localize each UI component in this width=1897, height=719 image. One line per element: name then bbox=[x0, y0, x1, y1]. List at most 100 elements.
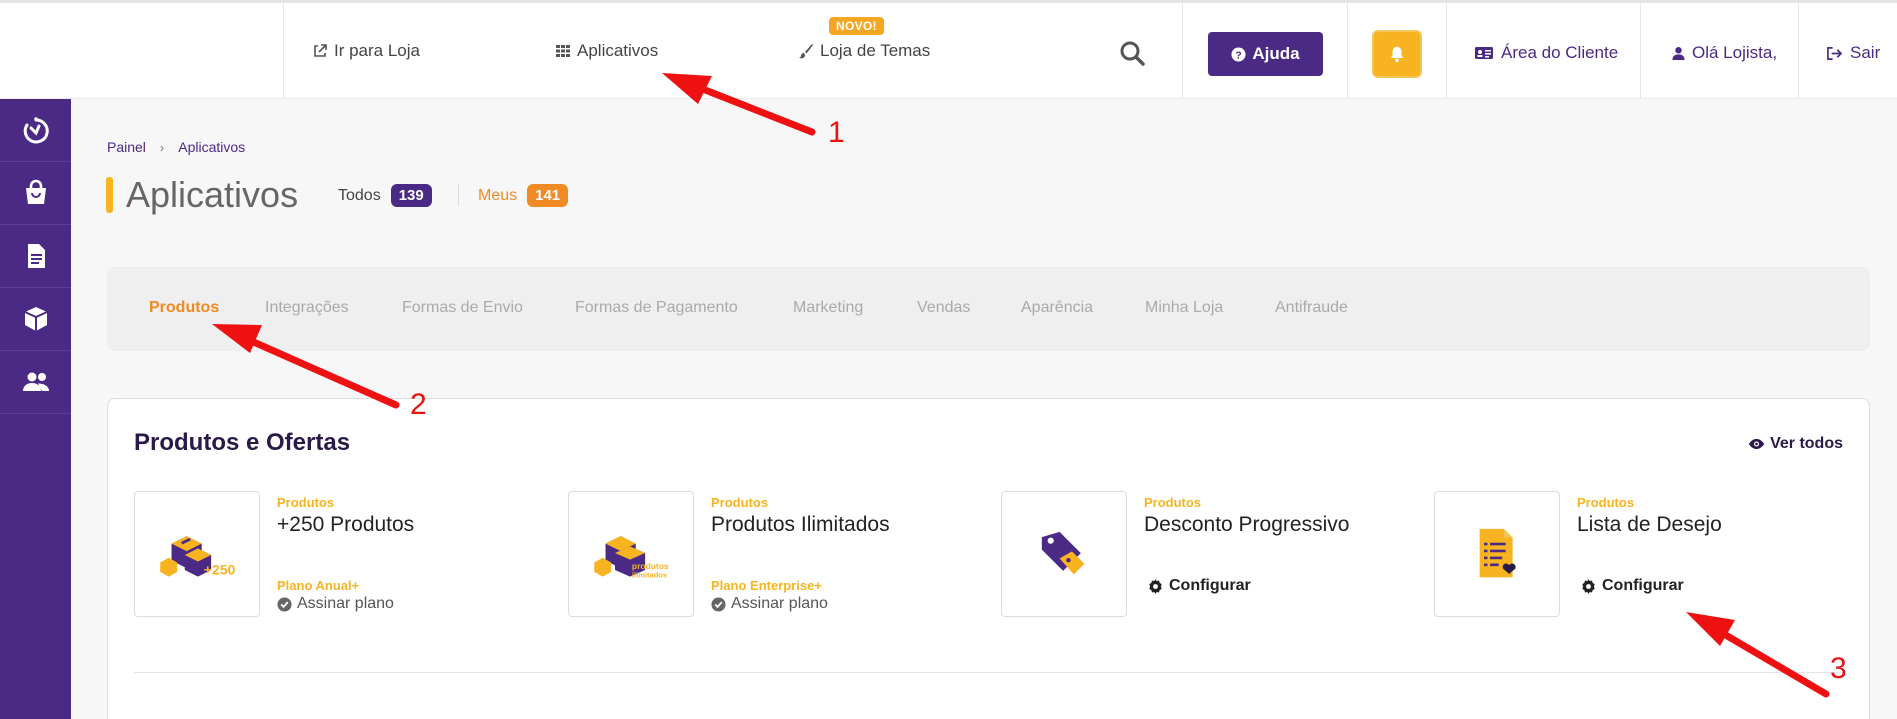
tab-all[interactable]: Todos 139 bbox=[338, 184, 432, 207]
eye-icon bbox=[1748, 438, 1765, 450]
subscribe-plan-link[interactable]: Assinar plano bbox=[711, 595, 828, 613]
logo-area bbox=[0, 3, 284, 99]
sign-out-icon bbox=[1827, 46, 1843, 60]
products-offers-card: Produtos e Ofertas Ver todos +250 Produt… bbox=[107, 398, 1870, 719]
shopping-bag-icon bbox=[25, 179, 46, 204]
sidebar bbox=[0, 99, 71, 719]
themes-store-label: Loja de Temas bbox=[820, 41, 931, 60]
wishlist-icon bbox=[1479, 528, 1516, 578]
themes-store-link[interactable]: Loja de Temas bbox=[798, 41, 930, 61]
client-area-label: Área do Cliente bbox=[1501, 43, 1619, 62]
apps-label: Aplicativos bbox=[577, 41, 659, 60]
gear-icon bbox=[1149, 578, 1162, 594]
product-thumbnail[interactable]: produtos ilimitados bbox=[568, 491, 694, 617]
thumb-label: ilimitados bbox=[632, 571, 667, 580]
breadcrumb-home[interactable]: Painel bbox=[107, 139, 146, 155]
product-thumbnail[interactable] bbox=[1001, 491, 1127, 617]
tab-products[interactable]: Produtos bbox=[149, 299, 219, 317]
new-badge: NOVO! bbox=[829, 17, 884, 35]
section-title: Produtos e Ofertas bbox=[134, 429, 351, 456]
question-circle-icon: ? bbox=[1231, 46, 1246, 62]
product-category: Produtos bbox=[711, 495, 769, 510]
tab-mine-label: Meus bbox=[478, 186, 518, 204]
help-label: Ajuda bbox=[1252, 44, 1300, 63]
top-bar: Ir para Loja Aplicativos NOVO! Loja de T… bbox=[0, 0, 1897, 99]
product-category: Produtos bbox=[1577, 495, 1635, 510]
box-icon bbox=[24, 307, 47, 331]
product-thumbnail[interactable] bbox=[1434, 491, 1560, 617]
go-to-store-label: Ir para Loja bbox=[334, 41, 420, 60]
topbar-divider bbox=[1182, 3, 1183, 99]
annotation-number-2: 2 bbox=[410, 388, 427, 421]
product-name[interactable]: Desconto Progressivo bbox=[1144, 513, 1349, 537]
product-plan: Plano Anual+ bbox=[277, 578, 360, 593]
search-icon bbox=[1120, 41, 1145, 66]
logout-link[interactable]: Sair bbox=[1826, 43, 1880, 63]
thumb-label: +250 bbox=[204, 562, 236, 578]
breadcrumb: Painel › Aplicativos bbox=[107, 139, 245, 155]
check-circle-icon bbox=[711, 596, 726, 612]
breadcrumb-separator-icon: › bbox=[159, 139, 165, 155]
category-tabs: Produtos Integrações Formas de Envio For… bbox=[107, 267, 1870, 351]
tab-antifraud[interactable]: Antifraude bbox=[1275, 299, 1348, 317]
user-menu[interactable]: Olá Lojista, bbox=[1672, 43, 1777, 63]
thumb-label: produtos bbox=[632, 561, 669, 571]
product-name[interactable]: Produtos Ilimitados bbox=[711, 513, 890, 537]
external-link-icon bbox=[314, 44, 327, 57]
sidebar-item-products[interactable] bbox=[0, 288, 71, 351]
tab-integrations[interactable]: Integrações bbox=[265, 299, 349, 317]
product-name[interactable]: Lista de Desejo bbox=[1577, 513, 1722, 537]
grid-icon bbox=[556, 45, 570, 57]
logout-label: Sair bbox=[1850, 43, 1881, 62]
users-icon bbox=[22, 372, 49, 391]
go-to-store-link[interactable]: Ir para Loja bbox=[312, 41, 420, 61]
dashboard-icon bbox=[23, 117, 49, 144]
apps-link[interactable]: Aplicativos bbox=[555, 41, 658, 61]
gear-icon bbox=[1582, 578, 1595, 594]
view-all-label: Ver todos bbox=[1770, 435, 1843, 452]
subscribe-plan-link[interactable]: Assinar plano bbox=[277, 595, 394, 613]
product-thumbnail[interactable]: +250 bbox=[134, 491, 260, 617]
boxes-unlimited-icon: produtos ilimitados bbox=[594, 536, 669, 580]
tab-my-store[interactable]: Minha Loja bbox=[1145, 299, 1223, 317]
id-card-icon bbox=[1475, 47, 1493, 59]
title-accent-bar bbox=[106, 177, 113, 213]
product-name[interactable]: +250 Produtos bbox=[277, 513, 414, 537]
view-all-link[interactable]: Ver todos bbox=[1748, 435, 1843, 453]
topbar-divider bbox=[1798, 3, 1799, 99]
tab-shipping[interactable]: Formas de Envio bbox=[402, 299, 523, 317]
topbar-divider bbox=[1640, 3, 1641, 99]
product-card: Produtos Desconto Progressivo Configurar bbox=[1001, 491, 1421, 621]
sidebar-item-pages[interactable] bbox=[0, 225, 71, 288]
product-plan: Plano Enterprise+ bbox=[711, 578, 822, 593]
configure-button[interactable]: Configurar bbox=[1148, 577, 1251, 595]
tab-mine[interactable]: Meus 141 bbox=[478, 184, 569, 207]
annotation-number-3: 3 bbox=[1830, 652, 1847, 685]
page-title: Aplicativos bbox=[126, 174, 299, 215]
client-area-link[interactable]: Área do Cliente bbox=[1474, 43, 1618, 63]
notifications-button[interactable] bbox=[1372, 30, 1422, 78]
tab-appearance[interactable]: Aparência bbox=[1021, 299, 1093, 317]
tab-payment[interactable]: Formas de Pagamento bbox=[575, 299, 738, 317]
topbar-divider bbox=[1347, 3, 1348, 99]
sidebar-item-orders[interactable] bbox=[0, 162, 71, 225]
product-category: Produtos bbox=[1144, 495, 1202, 510]
product-card: Produtos Lista de Desejo Configurar bbox=[1434, 491, 1854, 621]
subscribe-plan-label: Assinar plano bbox=[731, 595, 828, 612]
price-tag-icon bbox=[1041, 531, 1085, 575]
tab-sales[interactable]: Vendas bbox=[917, 299, 970, 317]
annotation-number-1: 1 bbox=[828, 116, 845, 149]
bell-icon bbox=[1390, 46, 1404, 63]
search-button[interactable] bbox=[1118, 39, 1148, 69]
configure-label: Configurar bbox=[1169, 577, 1251, 594]
help-button[interactable]: ? Ajuda bbox=[1208, 32, 1323, 76]
configure-button[interactable]: Configurar bbox=[1581, 577, 1684, 595]
sidebar-item-dashboard[interactable] bbox=[0, 99, 71, 162]
sidebar-item-customers[interactable] bbox=[0, 351, 71, 414]
tab-marketing[interactable]: Marketing bbox=[793, 299, 863, 317]
configure-label: Configurar bbox=[1602, 577, 1684, 594]
check-circle-icon bbox=[277, 596, 292, 612]
brush-icon bbox=[799, 44, 813, 59]
user-greeting: Olá Lojista, bbox=[1692, 43, 1778, 62]
product-card: +250 Produtos +250 Produtos Plano Anual+… bbox=[134, 491, 554, 621]
